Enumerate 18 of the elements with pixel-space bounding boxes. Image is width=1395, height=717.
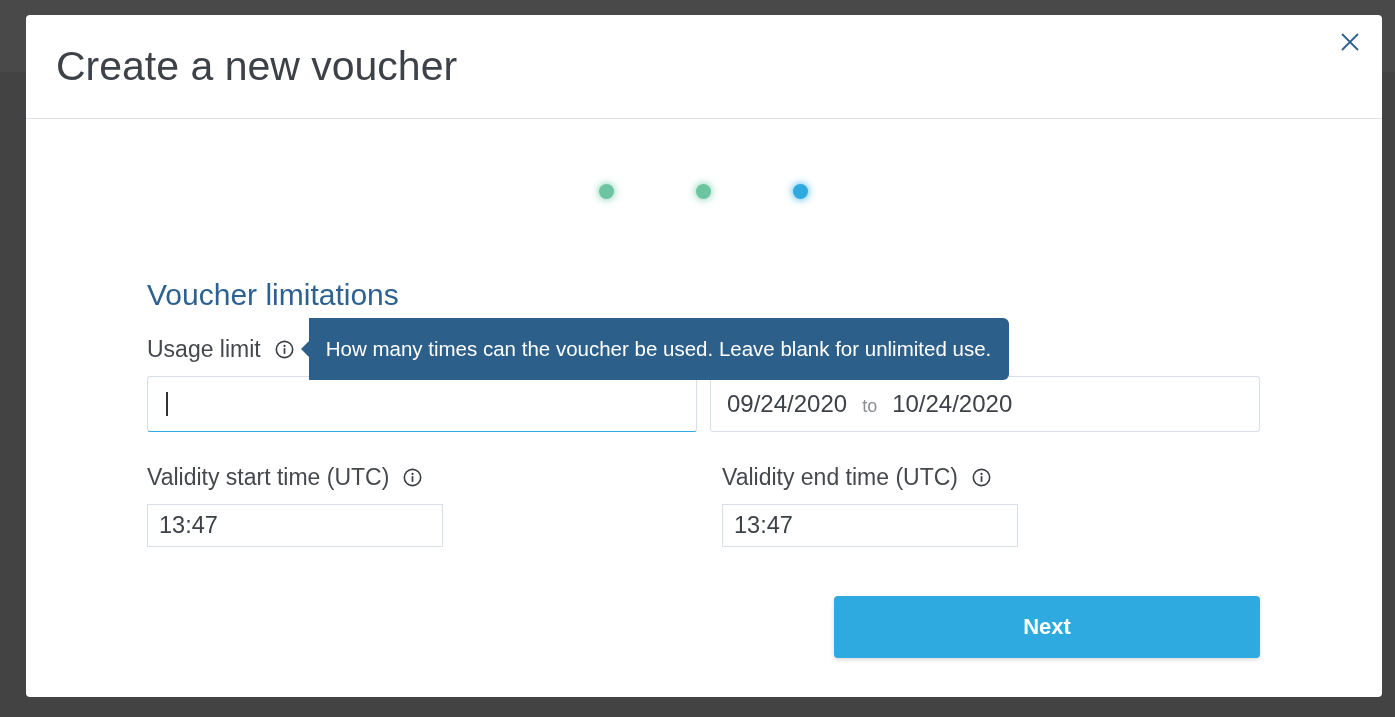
tooltip: How many times can the voucher be used. Leave blank for unlimited use. (300, 318, 1010, 380)
time-field[interactable]: 13:47 (722, 504, 1018, 547)
close-icon (1341, 33, 1359, 51)
field-label: Validity end time (UTC) (722, 464, 959, 490)
section-heading: Voucher limitations (147, 278, 400, 312)
field-label: Validity start time (UTC) (147, 464, 390, 490)
info-icon[interactable] (403, 467, 423, 487)
text-cursor-icon (166, 392, 168, 416)
end-date: 10/24/2020 (892, 390, 1013, 418)
start-date: 09/24/2020 (727, 390, 848, 418)
field-label: Usage limit (147, 336, 261, 362)
date-range-field[interactable]: 09/24/2020 to 10/24/2020 (710, 376, 1260, 432)
time-field[interactable]: 13:47 (147, 504, 443, 547)
range-separator: to (862, 395, 878, 417)
info-icon[interactable] (972, 467, 992, 487)
info-icon[interactable] (274, 339, 294, 359)
usage-limit-field[interactable] (147, 376, 697, 432)
dialog-title: Create a new voucher (56, 43, 458, 89)
